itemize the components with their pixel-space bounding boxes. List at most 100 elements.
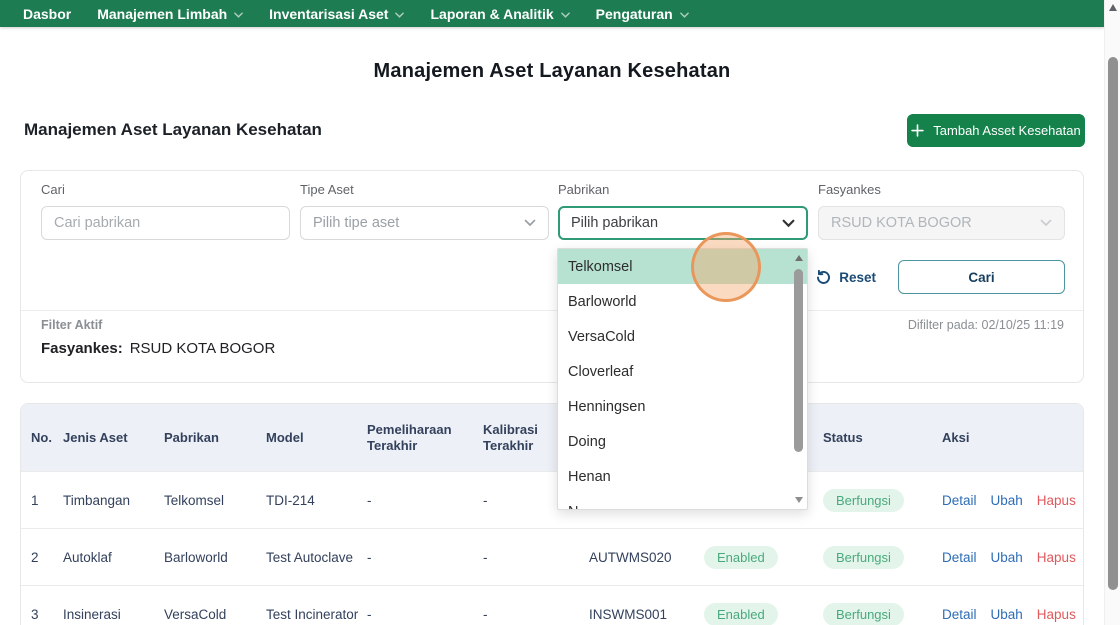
hapus-link[interactable]: Hapus: [1037, 607, 1076, 622]
nav-item-dasbor[interactable]: Dasbor: [23, 6, 71, 22]
col-header-pemeliharaan: Pemeliharaan Terakhir: [367, 421, 452, 453]
tipe-aset-value: Pilih tipe aset: [313, 215, 400, 231]
cell-jenis-aset: Autoklaf: [63, 549, 112, 565]
active-filter-value: RSUD KOTA BOGOR: [129, 340, 276, 357]
status-badge: Berfungsi: [823, 602, 904, 625]
chevron-down-icon: [395, 11, 405, 18]
ubah-link[interactable]: Ubah: [991, 550, 1023, 565]
dropdown-option-telkomsel[interactable]: Telkomsel: [558, 249, 807, 284]
col-header-model: Model: [266, 429, 304, 445]
chevron-down-icon: [1040, 219, 1052, 227]
assets-table: No. Jenis Aset Pabrikan Model Pemelihara…: [20, 403, 1084, 625]
filter-group-cari: Cari: [41, 182, 290, 240]
col-header-no: No.: [31, 429, 52, 445]
dropdown-scrollbar[interactable]: [792, 252, 806, 506]
search-input[interactable]: [54, 215, 277, 231]
chevron-down-icon: [560, 11, 570, 18]
filter-card: Cari Tipe Aset Pilih tipe aset Pabrikan …: [20, 170, 1084, 383]
pabrikan-label: Pabrikan: [558, 182, 610, 197]
table-row: 2 Autoklaf Barloworld Test Autoclave - -…: [21, 528, 1083, 585]
pabrikan-select[interactable]: Pilih pabrikan: [558, 206, 808, 240]
nav-item-pengaturan[interactable]: Pengaturan: [596, 6, 689, 22]
add-asset-button-label: Tambah Asset Kesehatan: [933, 123, 1081, 138]
cell-no: 3: [31, 606, 39, 622]
cell-model: TDI-214: [266, 492, 315, 508]
nav-item-inventarisasi-aset[interactable]: Inventarisasi Aset: [269, 5, 405, 22]
section-heading: Manajemen Aset Layanan Kesehatan: [24, 120, 322, 139]
cell-kalibrasi: -: [483, 606, 488, 622]
table-row: 3 Insinerasi VersaCold Test Incinerator …: [21, 585, 1083, 625]
hapus-link[interactable]: Hapus: [1037, 493, 1076, 508]
cell-pabrikan: VersaCold: [164, 606, 227, 622]
page-scrollbar[interactable]: [1104, 0, 1120, 625]
col-header-pabrikan: Pabrikan: [164, 429, 219, 445]
ubah-link[interactable]: Ubah: [991, 607, 1023, 622]
chevron-down-icon: [679, 11, 689, 18]
nav-label: Pengaturan: [595, 5, 673, 22]
search-input-wrap: [41, 206, 290, 240]
cell-kalibrasi: -: [483, 549, 488, 565]
detail-link[interactable]: Detail: [942, 493, 977, 508]
dropdown-option-henan[interactable]: Henan: [558, 459, 807, 494]
dropdown-option-henningsen[interactable]: Henningsen: [558, 389, 807, 424]
chevron-down-icon: [782, 219, 795, 228]
detail-link[interactable]: Detail: [942, 607, 977, 622]
filter-group-tipe-aset: Tipe Aset Pilih tipe aset: [300, 182, 549, 240]
nav-label: Laporan & Analitik: [430, 5, 554, 22]
active-filter-line: Fasyankes: RSUD KOTA BOGOR: [41, 340, 275, 357]
col-header-jenis-aset: Jenis Aset: [63, 429, 128, 445]
status-badge: Berfungsi: [823, 545, 904, 569]
filter-buttons-row: Reset Cari: [815, 260, 1065, 294]
enabled-badge: Enabled: [704, 545, 778, 569]
cari-search-button[interactable]: Cari: [898, 260, 1065, 294]
col-header-aksi: Aksi: [942, 429, 970, 445]
cell-no: 1: [31, 492, 39, 508]
hapus-link[interactable]: Hapus: [1037, 550, 1076, 565]
nav-label: Inventarisasi Aset: [269, 5, 389, 22]
plus-icon: [911, 124, 925, 137]
dropdown-scrollbar-thumb[interactable]: [794, 269, 803, 452]
cell-nomor-seri: INSWMS001: [589, 606, 668, 622]
nav-item-manajemen-limbah[interactable]: Manajemen Limbah: [97, 6, 243, 22]
dropdown-option-clipped[interactable]: N: [558, 494, 807, 510]
dropdown-option-versacold[interactable]: VersaCold: [558, 319, 807, 354]
pabrikan-dropdown-menu: Telkomsel Barloworld VersaCold Cloverlea…: [557, 248, 808, 510]
cell-model: Test Autoclave: [266, 549, 354, 565]
cell-jenis-aset: Insinerasi: [63, 606, 121, 622]
dropdown-option-barloworld[interactable]: Barloworld: [558, 284, 807, 319]
row-actions: Detail Ubah Hapus: [942, 550, 1083, 565]
reset-button[interactable]: Reset: [815, 269, 876, 286]
dropdown-option-doing[interactable]: Doing: [558, 424, 807, 459]
chevron-down-icon: [234, 11, 243, 18]
row-actions: Detail Ubah Hapus: [942, 493, 1083, 508]
cell-pabrikan: Telkomsel: [164, 492, 225, 508]
pabrikan-value: Pilih pabrikan: [571, 215, 659, 231]
active-filter-title: Filter Aktif: [41, 318, 103, 332]
detail-link[interactable]: Detail: [942, 550, 977, 565]
active-filter-key: Fasyankes:: [41, 340, 123, 357]
table-row: 1 Timbangan Telkomsel TDI-214 - - Berfun…: [21, 471, 1083, 528]
tipe-aset-label: Tipe Aset: [300, 182, 354, 197]
cell-pemeliharaan: -: [367, 606, 372, 622]
scroll-down-icon[interactable]: [795, 497, 803, 503]
cell-model: Test Incinerator: [266, 606, 359, 622]
fasyankes-value: RSUD KOTA BOGOR: [831, 215, 972, 231]
nav-item-laporan-analitik[interactable]: Laporan & Analitik: [430, 5, 570, 22]
page-scrollbar-thumb[interactable]: [1108, 57, 1118, 590]
enabled-badge: Enabled: [704, 602, 778, 625]
row-actions: Detail Ubah Hapus: [942, 607, 1083, 622]
col-header-status: Status: [823, 429, 863, 445]
nav-label: Dasbor: [23, 5, 72, 22]
add-asset-button[interactable]: Tambah Asset Kesehatan: [907, 114, 1085, 147]
table-header-row: No. Jenis Aset Pabrikan Model Pemelihara…: [21, 404, 1083, 471]
scroll-up-icon[interactable]: [1109, 4, 1117, 11]
reset-icon: [815, 269, 832, 286]
top-navbar: Dasbor Manajemen Limbah Inventarisasi As…: [0, 0, 1105, 27]
chevron-down-icon: [524, 219, 536, 227]
fasyankes-label: Fasyankes: [818, 182, 881, 197]
dropdown-option-cloverleaf[interactable]: Cloverleaf: [558, 354, 807, 389]
tipe-aset-select[interactable]: Pilih tipe aset: [300, 206, 549, 240]
cell-no: 2: [31, 549, 39, 565]
scroll-up-icon[interactable]: [795, 255, 803, 261]
ubah-link[interactable]: Ubah: [991, 493, 1023, 508]
